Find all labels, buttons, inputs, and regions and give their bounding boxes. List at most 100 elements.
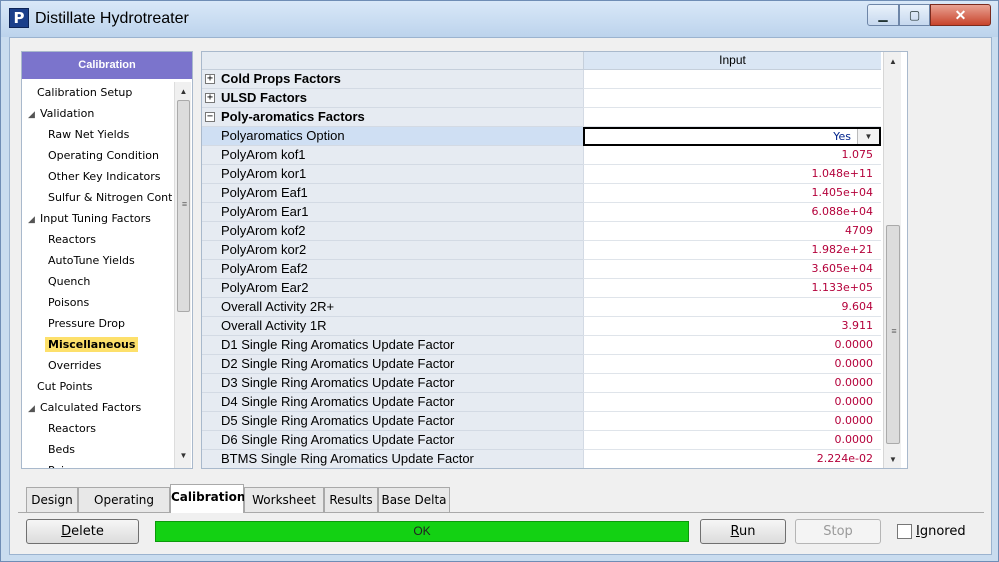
property-value-cell[interactable]: 0.0000 xyxy=(583,355,881,374)
property-name-cell: D3 Single Ring Aromatics Update Factor xyxy=(202,374,583,393)
ignored-label[interactable]: Ignored xyxy=(916,524,966,539)
tab-worksheet[interactable]: Worksheet xyxy=(244,487,324,512)
group-row[interactable]: − Poly-aromatics Factors xyxy=(202,108,882,127)
property-value-cell[interactable]: 2.224e-02 xyxy=(583,450,881,468)
property-value-cell[interactable]: 1.075 xyxy=(583,146,881,165)
grid-name-header xyxy=(202,52,583,70)
property-row[interactable]: D1 Single Ring Aromatics Update Factor 0.… xyxy=(202,336,882,355)
property-value-cell[interactable]: 1.133e+05 xyxy=(583,279,881,298)
property-row[interactable]: PolyArom kor2 1.982e+21 xyxy=(202,241,882,260)
tree-item[interactable]: Reactors xyxy=(45,418,99,439)
group-row[interactable]: + ULSD Factors xyxy=(202,89,882,108)
tree-item-label: Quench xyxy=(48,275,91,288)
tab-operating-data[interactable]: Operating Data xyxy=(78,487,170,531)
tab-base-delta[interactable]: Base Delta xyxy=(378,487,450,512)
property-value-cell[interactable]: 0.0000 xyxy=(583,412,881,431)
tree-item[interactable]: Reactors xyxy=(45,229,99,250)
tree-item[interactable]: Quench xyxy=(45,271,93,292)
window-title: Distillate Hydrotreater xyxy=(35,10,189,27)
tree-item[interactable]: Calibration Setup xyxy=(34,82,135,103)
property-value-cell[interactable]: 0.0000 xyxy=(583,374,881,393)
tree-item-label: Cut Points xyxy=(37,380,93,393)
property-row[interactable]: Overall Activity 1R 3.911 xyxy=(202,317,882,336)
property-row[interactable]: D5 Single Ring Aromatics Update Factor 0.… xyxy=(202,412,882,431)
tree-item[interactable]: Raw Net Yields xyxy=(45,124,132,145)
tree-item[interactable]: Operating Condition xyxy=(45,145,162,166)
property-row[interactable]: PolyArom Eaf2 3.605e+04 xyxy=(202,260,882,279)
expand-caret-icon[interactable]: ◢ xyxy=(28,210,37,231)
tree-item[interactable]: Other Key Indicators xyxy=(45,166,164,187)
property-value-cell[interactable]: 1.048e+11 xyxy=(583,165,881,184)
tree-item[interactable]: AutoTune Yields xyxy=(45,250,138,271)
property-value-cell[interactable]: 4709 xyxy=(583,222,881,241)
tree-item[interactable]: Beds xyxy=(45,439,78,460)
property-row[interactable]: D2 Single Ring Aromatics Update Factor 0.… xyxy=(202,355,882,374)
polyaromatics-option-select[interactable]: Yes ▼ xyxy=(583,127,881,146)
delete-button[interactable]: Delete xyxy=(26,519,139,544)
property-value-cell xyxy=(583,70,881,89)
maximize-button[interactable]: ▢ xyxy=(899,4,930,26)
property-row[interactable]: D4 Single Ring Aromatics Update Factor 0.… xyxy=(202,393,882,412)
property-row[interactable]: PolyArom kor1 1.048e+11 xyxy=(202,165,882,184)
tab-results[interactable]: Results xyxy=(324,487,378,512)
property-name-cell: PolyArom kor1 xyxy=(202,165,583,184)
scroll-up-arrow-icon[interactable]: ▲ xyxy=(884,54,902,70)
scrollbar-thumb[interactable]: ≡ xyxy=(886,225,900,444)
property-row[interactable]: Overall Activity 2R+ 9.604 xyxy=(202,298,882,317)
tree-item-label: AutoTune Yields xyxy=(48,254,135,267)
group-row[interactable]: + Cold Props Factors xyxy=(202,70,882,89)
property-row[interactable]: PolyArom Ear1 6.088e+04 xyxy=(202,203,882,222)
expand-caret-icon[interactable]: ◢ xyxy=(28,399,37,420)
tree-item[interactable]: Miscellaneous xyxy=(45,334,139,355)
scrollbar-thumb[interactable]: ≡ xyxy=(177,100,190,312)
minimize-button[interactable]: ▁ xyxy=(867,4,899,26)
property-value-cell[interactable]: 3.605e+04 xyxy=(583,260,881,279)
run-button[interactable]: Run xyxy=(700,519,786,544)
property-value-cell[interactable]: 1.405e+04 xyxy=(583,184,881,203)
expand-caret-icon[interactable]: ◢ xyxy=(28,105,37,126)
tree-item[interactable]: Poisons xyxy=(45,460,92,468)
scroll-down-arrow-icon[interactable]: ▼ xyxy=(175,448,192,464)
property-row[interactable]: D3 Single Ring Aromatics Update Factor 0.… xyxy=(202,374,882,393)
property-value-cell[interactable]: 0.0000 xyxy=(583,393,881,412)
property-row[interactable]: PolyArom kof1 1.075 xyxy=(202,146,882,165)
tree-item[interactable]: ◢ Calculated Factors xyxy=(28,397,144,418)
scroll-up-arrow-icon[interactable]: ▲ xyxy=(175,84,192,100)
property-name: PolyArom Ear2 xyxy=(221,280,309,295)
property-row[interactable]: D6 Single Ring Aromatics Update Factor 0.… xyxy=(202,431,882,450)
tree-item[interactable]: Sulfur & Nitrogen Conte xyxy=(45,187,172,208)
tree-item[interactable]: Pressure Drop xyxy=(45,313,128,334)
property-value-cell[interactable]: 0.0000 xyxy=(583,431,881,450)
stop-button[interactable]: Stop xyxy=(795,519,881,544)
property-row[interactable]: Polyaromatics Option Yes ▼ xyxy=(202,127,882,146)
property-value-cell[interactable]: 3.911 xyxy=(583,317,881,336)
property-value-cell[interactable]: 1.982e+21 xyxy=(583,241,881,260)
ignored-checkbox[interactable] xyxy=(897,524,912,539)
tab-calibration[interactable]: Calibration xyxy=(170,484,245,513)
tree-item[interactable]: Poisons xyxy=(45,292,92,313)
scroll-down-arrow-icon[interactable]: ▼ xyxy=(884,452,902,468)
tree-scrollbar[interactable]: ▲ ≡ ▼ xyxy=(174,82,191,468)
property-name: D3 Single Ring Aromatics Update Factor xyxy=(221,375,455,390)
property-value-cell[interactable]: 9.604 xyxy=(583,298,881,317)
collapse-icon[interactable]: − xyxy=(205,112,215,122)
title-bar[interactable]: P Distillate Hydrotreater ▁ ▢ ✕ xyxy=(1,1,998,37)
property-value-cell[interactable]: 6.088e+04 xyxy=(583,203,881,222)
tab-design[interactable]: Design xyxy=(26,487,78,512)
expand-icon[interactable]: + xyxy=(205,74,215,84)
property-row[interactable]: PolyArom kof2 4709 xyxy=(202,222,882,241)
property-name-cell: + ULSD Factors xyxy=(202,89,583,108)
tree-item[interactable]: Cut Points xyxy=(34,376,96,397)
property-value-cell[interactable]: 0.0000 xyxy=(583,336,881,355)
dropdown-arrow-icon[interactable]: ▼ xyxy=(857,129,879,144)
property-row[interactable]: PolyArom Ear2 1.133e+05 xyxy=(202,279,882,298)
tree-item[interactable]: ◢ Validation xyxy=(28,103,97,124)
property-grid: Input + Cold Props Factors + ULSD Factors − P… xyxy=(201,51,908,469)
tree-item[interactable]: Overrides xyxy=(45,355,104,376)
expand-icon[interactable]: + xyxy=(205,93,215,103)
close-button[interactable]: ✕ xyxy=(930,4,991,26)
tree-item[interactable]: ◢ Input Tuning Factors xyxy=(28,208,154,229)
property-row[interactable]: BTMS Single Ring Aromatics Update Factor… xyxy=(202,450,882,468)
property-row[interactable]: PolyArom Eaf1 1.405e+04 xyxy=(202,184,882,203)
grid-scrollbar[interactable]: ▲ ≡ ▼ xyxy=(883,52,902,468)
